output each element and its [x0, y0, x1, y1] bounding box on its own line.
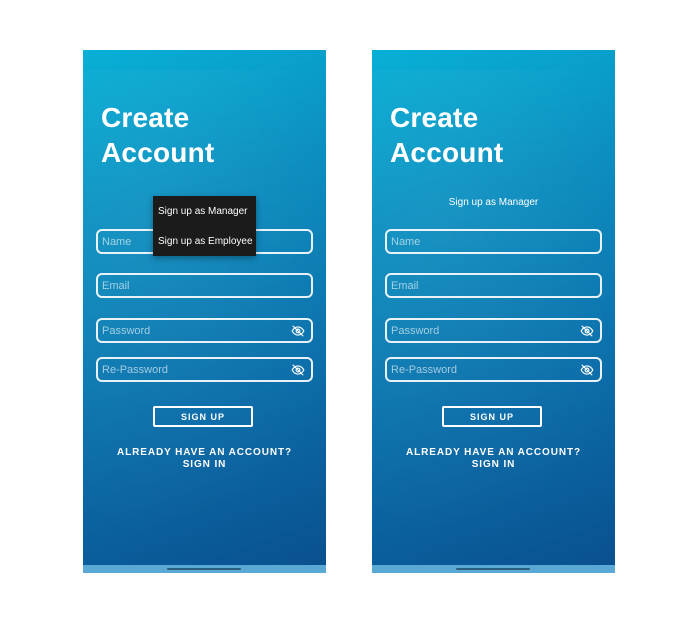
- eye-off-icon[interactable]: [580, 324, 594, 338]
- repassword-input[interactable]: [98, 359, 311, 380]
- page-title-line-2: Account: [390, 137, 504, 168]
- repassword-input[interactable]: [387, 359, 600, 380]
- home-indicator[interactable]: [456, 568, 530, 570]
- sign-up-button[interactable]: SIGN UP: [153, 406, 253, 427]
- repassword-field: [385, 357, 602, 382]
- email-field: [385, 273, 602, 298]
- eye-off-icon[interactable]: [580, 363, 594, 377]
- password-field: [385, 318, 602, 343]
- sign-in-link[interactable]: ALREADY HAVE AN ACCOUNT? SIGN IN: [372, 447, 615, 471]
- navigation-bar: [372, 565, 615, 573]
- email-field: [96, 273, 313, 298]
- sign-in-link[interactable]: ALREADY HAVE AN ACCOUNT? SIGN IN: [83, 447, 326, 471]
- page-title: Create Account: [101, 100, 214, 170]
- password-field: [96, 318, 313, 343]
- password-input[interactable]: [387, 320, 600, 341]
- sign-up-button[interactable]: SIGN UP: [442, 406, 542, 427]
- name-input[interactable]: [387, 231, 600, 252]
- password-input[interactable]: [98, 320, 311, 341]
- sign-in-prompt: ALREADY HAVE AN ACCOUNT?: [117, 447, 292, 458]
- sign-in-label: SIGN IN: [182, 459, 227, 470]
- email-input[interactable]: [387, 275, 600, 296]
- menu-item-sign-up-manager[interactable]: Sign up as Manager: [158, 206, 256, 218]
- page-title-line-1: Create: [101, 102, 190, 133]
- phone-screen-with-role-menu: Create Account SIGN UP ALREADY HAVE AN A…: [83, 50, 326, 573]
- page-title: Create Account: [390, 100, 503, 170]
- home-indicator[interactable]: [167, 568, 241, 570]
- page-title-line-1: Create: [390, 102, 479, 133]
- name-field: [385, 229, 602, 254]
- email-input[interactable]: [98, 275, 311, 296]
- eye-off-icon[interactable]: [291, 363, 305, 377]
- phone-screen-role-selected: Create Account Sign up as Manager SIGN U…: [372, 50, 615, 573]
- navigation-bar: [83, 565, 326, 573]
- sign-in-prompt: ALREADY HAVE AN ACCOUNT?: [406, 447, 581, 458]
- eye-off-icon[interactable]: [291, 324, 305, 338]
- role-dropdown-menu: Sign up as Manager Sign up as Employee: [153, 196, 256, 256]
- repassword-field: [96, 357, 313, 382]
- role-selector[interactable]: Sign up as Manager: [372, 197, 615, 208]
- menu-item-sign-up-employee[interactable]: Sign up as Employee: [158, 236, 256, 248]
- sign-in-label: SIGN IN: [471, 459, 516, 470]
- page-title-line-2: Account: [101, 137, 215, 168]
